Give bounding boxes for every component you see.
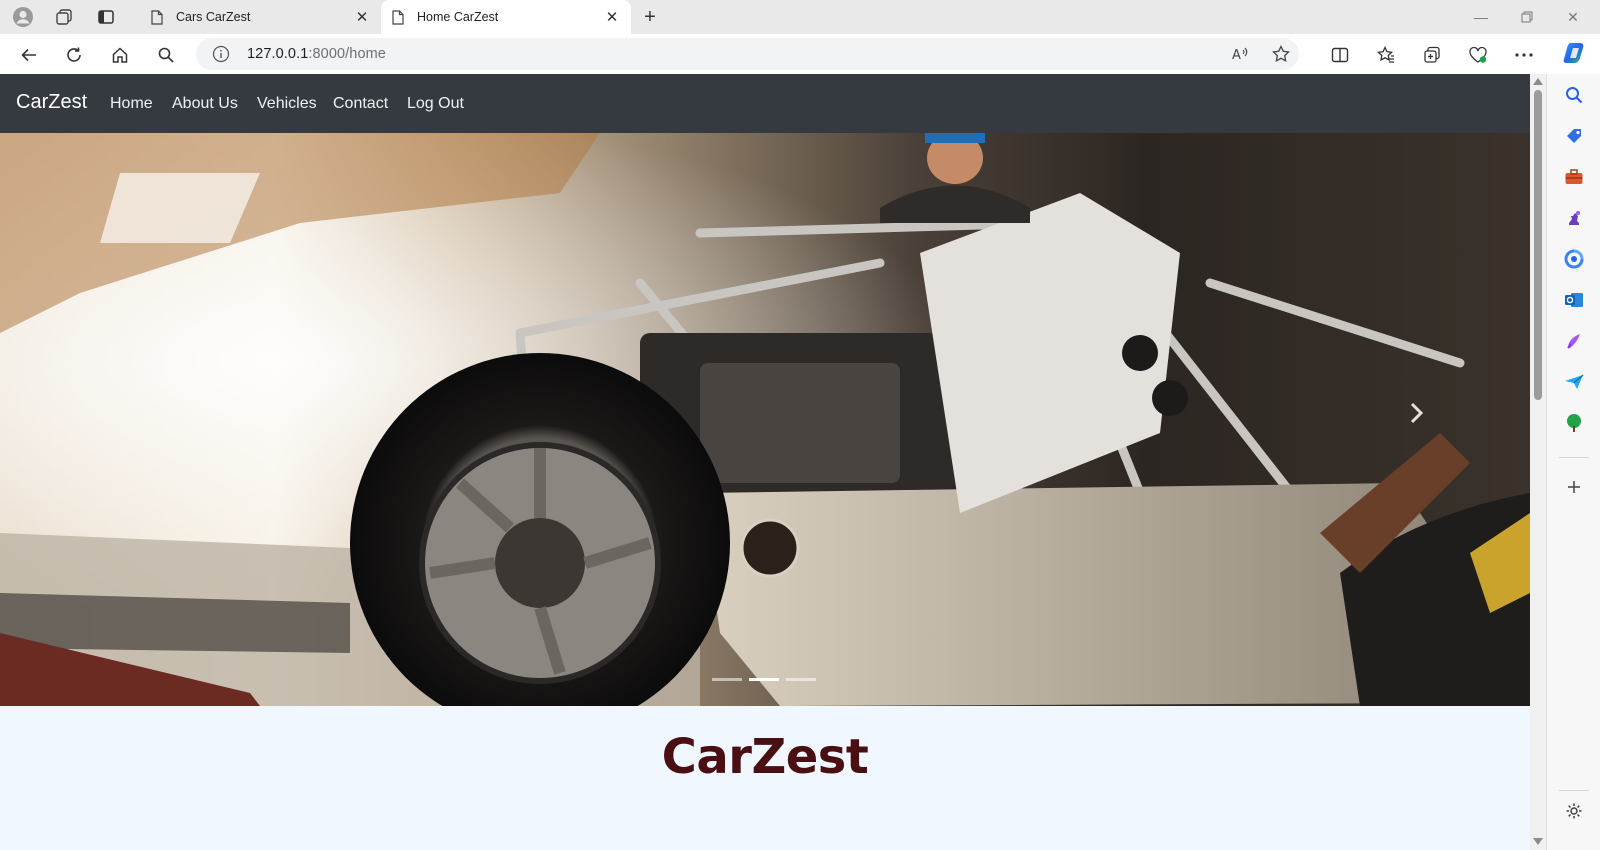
page-icon bbox=[150, 9, 164, 25]
scroll-up-icon[interactable] bbox=[1533, 78, 1543, 85]
workspaces-icon[interactable] bbox=[53, 6, 75, 28]
nav-vehicles-link[interactable]: Vehicles bbox=[257, 95, 317, 113]
scroll-down-icon[interactable] bbox=[1533, 838, 1543, 845]
search-icon[interactable] bbox=[1563, 84, 1585, 106]
profile-icon[interactable] bbox=[12, 6, 34, 28]
site-brand-link[interactable]: CarZest bbox=[16, 91, 87, 114]
tab-home[interactable]: Home CarZest ✕ bbox=[381, 0, 631, 34]
more-options-icon[interactable] bbox=[1511, 42, 1537, 68]
send-icon[interactable] bbox=[1563, 371, 1585, 393]
copilot-icon[interactable] bbox=[1562, 40, 1588, 66]
designer-icon[interactable] bbox=[1563, 330, 1585, 352]
settings-icon[interactable] bbox=[1563, 800, 1585, 822]
page-heading: CarZest bbox=[661, 729, 869, 785]
nav-contact-link[interactable]: Contact bbox=[333, 95, 388, 113]
tab-strip: Cars CarZest ✕ Home CarZest ✕ + — ✕ bbox=[0, 0, 1600, 34]
nav-home-link[interactable]: Home bbox=[110, 95, 153, 113]
games-icon[interactable] bbox=[1563, 207, 1585, 229]
tree-icon[interactable] bbox=[1563, 412, 1585, 434]
hero-carousel bbox=[0, 133, 1530, 706]
page-icon bbox=[391, 9, 405, 25]
carousel-indicator[interactable] bbox=[712, 678, 742, 681]
tab-title: Home CarZest bbox=[417, 10, 499, 24]
back-icon[interactable] bbox=[16, 42, 42, 68]
browser-essentials-icon[interactable] bbox=[1465, 42, 1491, 68]
tab-cars[interactable]: Cars CarZest ✕ bbox=[140, 0, 381, 34]
page-viewport: CarZest Home About Us Vehicles Contact L… bbox=[0, 74, 1530, 850]
carousel-indicators bbox=[712, 678, 818, 684]
scroll-thumb[interactable] bbox=[1534, 90, 1542, 400]
tag-icon[interactable] bbox=[1563, 125, 1585, 147]
vertical-tabs-icon[interactable] bbox=[95, 6, 117, 28]
site-info-icon[interactable] bbox=[212, 45, 230, 63]
sidebar-divider bbox=[1559, 457, 1589, 458]
new-tab-button[interactable]: + bbox=[638, 5, 662, 29]
microsoft-365-icon[interactable] bbox=[1563, 248, 1585, 270]
site-navbar: CarZest Home About Us Vehicles Contact L… bbox=[0, 74, 1530, 133]
minimize-icon[interactable]: — bbox=[1458, 0, 1504, 34]
browser-toolbar: 127.0.0.1:8000/home A bbox=[0, 34, 1600, 74]
carousel-slide-image bbox=[0, 133, 1530, 706]
favorite-star-icon[interactable] bbox=[1270, 43, 1292, 65]
carousel-indicator[interactable] bbox=[786, 678, 816, 681]
collections-icon[interactable] bbox=[1419, 42, 1445, 68]
url-path: :8000/home bbox=[308, 46, 386, 62]
close-tab-icon[interactable]: ✕ bbox=[351, 6, 373, 28]
address-bar[interactable]: 127.0.0.1:8000/home A bbox=[196, 38, 1299, 70]
home-icon[interactable] bbox=[107, 42, 133, 68]
search-icon[interactable] bbox=[153, 42, 179, 68]
url-text: 127.0.0.1:8000/home bbox=[247, 46, 386, 62]
briefcase-icon[interactable] bbox=[1563, 166, 1585, 188]
add-icon[interactable] bbox=[1563, 476, 1585, 498]
sidebar-divider bbox=[1559, 790, 1589, 791]
carousel-next-icon[interactable] bbox=[1404, 398, 1430, 428]
page-scrollbar[interactable] bbox=[1530, 74, 1546, 850]
nav-logout-link[interactable]: Log Out bbox=[407, 95, 464, 113]
refresh-icon[interactable] bbox=[61, 42, 87, 68]
svg-text:A: A bbox=[1232, 48, 1241, 62]
favorites-icon[interactable] bbox=[1373, 42, 1399, 68]
url-host: 127.0.0.1 bbox=[247, 46, 309, 62]
edge-sidebar bbox=[1546, 74, 1600, 850]
carousel-indicator-active[interactable] bbox=[749, 678, 779, 681]
restore-icon[interactable] bbox=[1504, 0, 1550, 34]
tab-title: Cars CarZest bbox=[176, 10, 251, 24]
read-aloud-icon[interactable]: A bbox=[1229, 43, 1251, 65]
outlook-icon[interactable] bbox=[1563, 289, 1585, 311]
nav-about-link[interactable]: About Us bbox=[172, 95, 238, 113]
close-window-icon[interactable]: ✕ bbox=[1550, 0, 1596, 34]
close-tab-icon[interactable]: ✕ bbox=[601, 6, 623, 28]
split-screen-icon[interactable] bbox=[1327, 42, 1353, 68]
